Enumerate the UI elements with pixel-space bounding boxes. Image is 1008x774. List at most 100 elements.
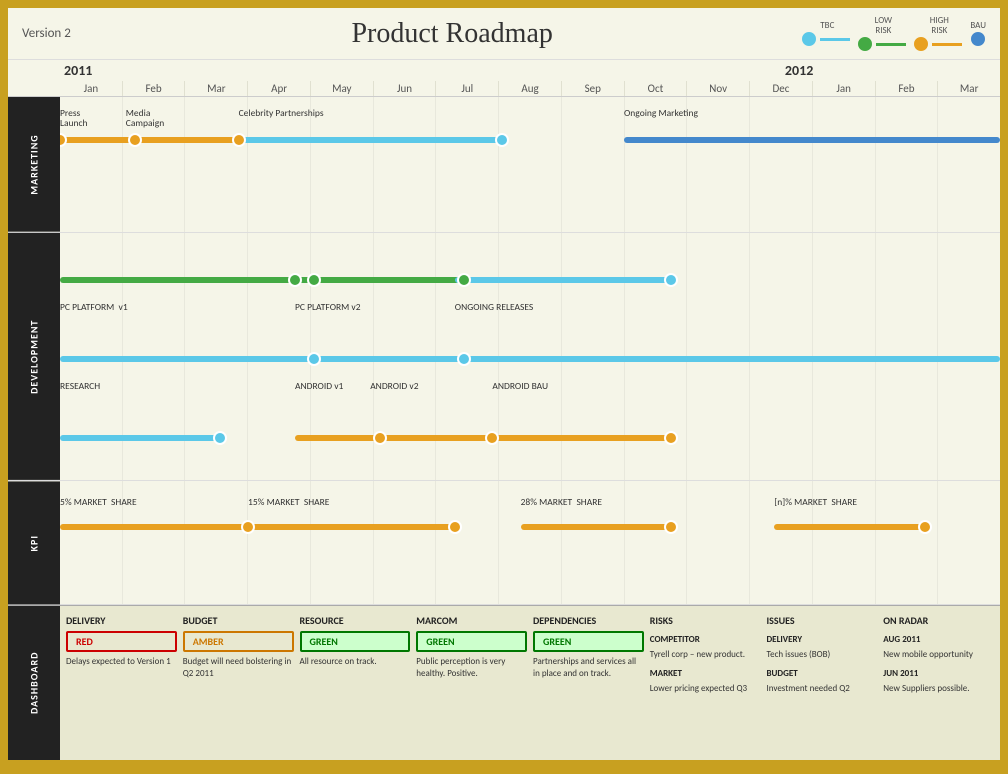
grid-col <box>374 97 437 232</box>
dash-item-text-5-0: Tyrell corp – new product. <box>650 649 761 661</box>
gantt-dot-end-9 <box>664 431 678 445</box>
month-cell-sep: Sep <box>562 81 625 96</box>
dash-item-text-7-0: New mobile opportunity <box>883 649 994 661</box>
month-cell-apr: Apr <box>248 81 311 96</box>
bar-label-9: ANDROID BAU <box>492 381 548 391</box>
dash-item-text-7-1: New Suppliers possible. <box>883 683 994 695</box>
bar-label-6: RESEARCH <box>60 381 100 391</box>
gantt-bar-2 <box>521 524 671 530</box>
dash-title-6: ISSUES <box>767 614 878 627</box>
dash-col-dependencies: DEPENDENCIESGREENPartnerships and servic… <box>533 614 644 752</box>
gantt-dot-end-7 <box>373 431 387 445</box>
bar-label-5: ONGOING RELEASES <box>455 302 533 312</box>
dash-title-7: ON RADAR <box>883 614 994 627</box>
gantt-bar-0 <box>60 524 248 530</box>
grid-col <box>562 97 625 232</box>
grid-col <box>185 481 248 604</box>
dash-text-0: Delays expected to Version 1 <box>66 656 177 668</box>
month-row: JanFebMarAprMayJunJulAugSepOctNovDecJanF… <box>60 81 1000 96</box>
dash-title-0: DELIVERY <box>66 614 177 627</box>
kpi-row: KPI 5% MARKET SHARE 15% MARKET SHARE 28% M… <box>8 481 1000 605</box>
bar-label-2: 28% MARKET SHARE <box>521 497 602 507</box>
gantt-dot-end-8 <box>485 431 499 445</box>
high-risk-dot <box>914 37 928 51</box>
sections: MARKETING Press LaunchMedia CampaignCele… <box>8 97 1000 760</box>
dash-text-3: Public perception is very healthy. Posit… <box>416 656 527 679</box>
gantt-dot-end-1 <box>232 133 246 147</box>
bar-label-3: PC PLATFORM v1 <box>60 302 128 312</box>
grid-col <box>687 481 750 604</box>
dash-subtext-7-0: AUG 2011 <box>883 634 994 645</box>
month-cell-nov: Nov <box>687 81 750 96</box>
dash-title-5: RISKS <box>650 614 761 627</box>
gantt-dot-end-0 <box>128 133 142 147</box>
status-badge-2: GREEN <box>300 631 411 652</box>
month-cell-mar: Mar <box>938 81 1000 96</box>
gantt-dot-end-4 <box>457 352 471 366</box>
bar-label-7: ANDROID v1 <box>295 381 343 391</box>
status-badge-0: RED <box>66 631 177 652</box>
dash-title-2: RESOURCE <box>300 614 411 627</box>
dash-col-budget: BUDGET AMBER Budget will need bolstering i… <box>183 614 294 752</box>
kpi-label: KPI <box>8 481 60 604</box>
bar-label-1: Media Campaign <box>126 108 164 129</box>
gantt-bar-7 <box>295 435 380 441</box>
marketing-grid <box>60 97 1000 232</box>
dash-text-1: Budget will need bolstering in Q2 2011 <box>183 656 294 679</box>
version-label: Version 2 <box>22 26 102 41</box>
dash-title-4: DEPENDENCIES <box>533 614 644 627</box>
month-cell-jul: Jul <box>436 81 499 96</box>
gantt-bar-5 <box>455 356 1000 362</box>
bar-label-2: RICH MOBILE WEB APPS <box>455 233 551 234</box>
status-badge-3: GREEN <box>416 631 527 652</box>
grid-col <box>876 481 939 604</box>
timeline-header: 2011 2012 JanFebMarAprMayJunJulAugSepOct… <box>8 60 1000 97</box>
gantt-dot-end-1 <box>457 273 471 287</box>
gantt-dot-end-0 <box>307 273 321 287</box>
gantt-dot-start-0 <box>60 133 67 147</box>
legend-bau: BAU <box>970 21 986 47</box>
year-2011: 2011 <box>60 62 781 79</box>
bar-label-3: [n]% MARKET SHARE <box>774 497 857 507</box>
header: Version 2 Product Roadmap TBC LOWRISK HI… <box>8 8 1000 60</box>
dash-text-4: Partnerships and services all in place a… <box>533 656 644 679</box>
status-badge-1: AMBER <box>183 631 294 652</box>
kpi-content: 5% MARKET SHARE 15% MARKET SHARE 28% MARKE… <box>60 481 1000 604</box>
grid-col <box>374 481 437 604</box>
tbc-dot <box>802 32 816 46</box>
main-content: MARKETING Press LaunchMedia CampaignCele… <box>8 97 1000 760</box>
gantt-bar-0 <box>60 277 314 283</box>
bar-label-1: 15% MARKET SHARE <box>248 497 329 507</box>
year-2012: 2012 <box>781 62 1000 79</box>
bar-label-0: Press Launch <box>60 108 88 129</box>
month-cell-jun: Jun <box>374 81 437 96</box>
dash-col-delivery: DELIVERY RED Delays expected to Version 1 <box>66 614 177 752</box>
gantt-bar-2 <box>455 277 671 283</box>
dash-col-risks: RISKS COMPETITOR Tyrell corp – new product… <box>650 614 761 752</box>
grid-col <box>938 97 1000 232</box>
high-risk-line <box>932 43 962 46</box>
gantt-dot-start-1 <box>288 273 302 287</box>
gantt-dot-end-0 <box>241 520 255 534</box>
gantt-dot-end-2 <box>664 273 678 287</box>
months-container: 2011 2012 JanFebMarAprMayJunJulAugSepOct… <box>60 60 1000 96</box>
month-cell-jan: Jan <box>813 81 876 96</box>
legend-tbc: TBC <box>802 21 852 47</box>
bau-dot <box>971 32 985 46</box>
gantt-bar-1 <box>126 137 239 143</box>
grid-col <box>938 481 1000 604</box>
grid-col <box>750 97 813 232</box>
gantt-bar-1 <box>248 524 455 530</box>
gantt-bar-9 <box>492 435 671 441</box>
month-cell-jan: Jan <box>60 81 123 96</box>
dash-subtext-5-0: COMPETITOR <box>650 634 761 645</box>
month-cell-feb: Feb <box>123 81 186 96</box>
bar-label-0: 5% MARKET SHARE <box>60 497 137 507</box>
dash-subtext-6-0: DELIVERY <box>767 634 878 645</box>
dash-item-text-6-0: Tech issues (BOB) <box>767 649 878 661</box>
month-cell-aug: Aug <box>499 81 562 96</box>
dashboard-section: DASHBOARD DELIVERYREDDelays expected to … <box>8 605 1000 760</box>
gantt-dot-end-1 <box>448 520 462 534</box>
low-risk-line <box>876 43 906 46</box>
dash-title-1: BUDGET <box>183 614 294 627</box>
